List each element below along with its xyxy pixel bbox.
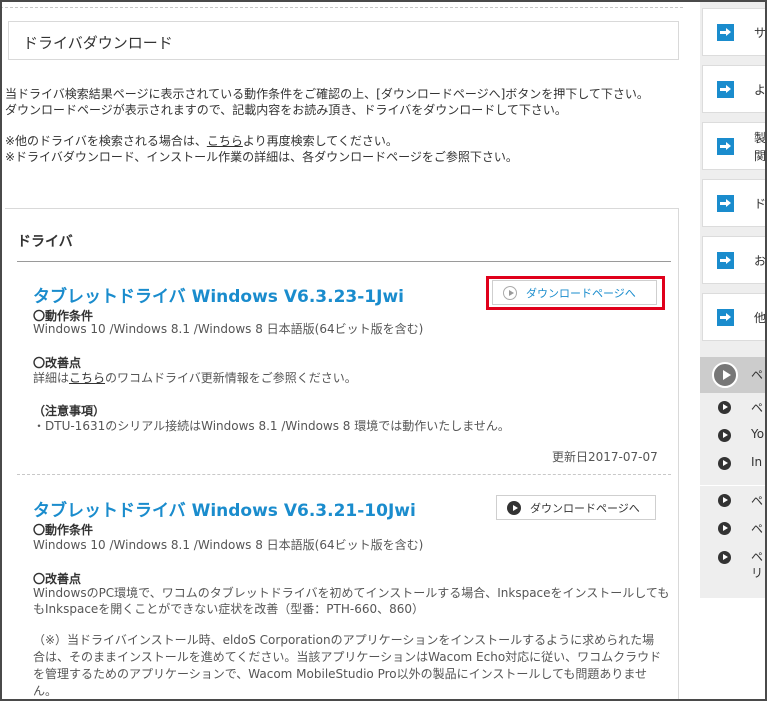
intro-line-2: ダウンロードページが表示されますので、記載内容をお読み頂き、ドライバをダウンロー…	[5, 103, 567, 117]
sidebar-link-3[interactable]: In	[751, 455, 762, 469]
intro-text: 当ドライバ検索結果ページに表示されている動作条件をご確認の上、[ダウンロードペー…	[5, 86, 675, 165]
note-text-2b: 合は、そのままインストールを進めてください。当該アプリケーションはWacom E…	[33, 650, 662, 664]
section-divider	[17, 261, 671, 262]
arrow-right-icon	[717, 252, 734, 269]
improvements-text-2a: WindowsのPC環境で、ワコムのタブレットドライバを初めてインストールする場…	[33, 586, 670, 600]
driver-title-1[interactable]: タブレットドライバ Windows V6.3.23-1Jwi	[33, 282, 404, 307]
sidebar-item-5[interactable]: お	[702, 236, 767, 284]
notes-text-1: ・DTU-1631のシリアル接続はWindows 8.1 /Windows 8 …	[33, 419, 510, 433]
sidebar-item-4[interactable]: ド	[702, 179, 767, 227]
sidebar-item-label: サ	[754, 26, 767, 40]
note-text-2d: ん。	[33, 684, 58, 698]
arrow-right-icon	[717, 24, 734, 41]
improvements-text-2b: もInkspaceを開くことができない症状を改善（型番：PTH-660、860）	[33, 602, 425, 616]
sidebar-item-label: ド	[754, 197, 767, 211]
sidebar-divider	[700, 485, 767, 486]
note-text-2a: （※）当ドライバインストール時、eldoS Corporationのアプリケーシ…	[33, 633, 655, 647]
play-circle-icon	[718, 457, 731, 470]
driver-section-heading: ドライバ	[17, 234, 73, 250]
intro-line-3: ※他のドライバを検索される場合は、こちらより再度検索してください。	[5, 134, 398, 148]
sidebar-group-header-label: ペ	[751, 368, 764, 382]
play-circle-icon	[718, 551, 731, 564]
page-title-box: ドライバダウンロード	[8, 21, 679, 60]
arrow-right-icon	[717, 195, 734, 212]
play-circle-icon	[507, 500, 521, 515]
sidebar-link-1[interactable]: ペ	[751, 399, 763, 416]
sidebar-group-header[interactable]: ペ	[700, 357, 767, 393]
arrow-right-icon	[717, 138, 734, 155]
sidebar-item-label: 他	[754, 311, 767, 325]
top-divider	[0, 7, 683, 8]
sidebar-item-2[interactable]: よ	[702, 65, 767, 113]
highlight-box	[486, 276, 665, 310]
sidebar-link-4[interactable]: ペ	[751, 492, 763, 509]
sidebar-link-5[interactable]: ペ	[751, 520, 763, 537]
update-info-link[interactable]: こちら	[69, 371, 105, 385]
intro-line-1: 当ドライバ検索結果ページに表示されている動作条件をご確認の上、[ダウンロードペー…	[5, 87, 649, 101]
sidebar-link-6[interactable]: ペ リ	[751, 549, 763, 581]
intro-line-4: ※ドライバダウンロード、インストール作業の詳細は、各ダウンロードページをご参照下…	[5, 150, 518, 164]
note-text-2c: を管理するためのアプリケーションで、Wacom MobileStudio Pro…	[33, 667, 648, 681]
improvements-text-1: 詳細はこちらのワコムドライバ更新情報をご参照ください。	[33, 371, 357, 385]
play-circle-icon	[718, 401, 731, 414]
right-sidebar: サ よ 製 関 ド お 他 ペ ペ Yo In ペ ペ ペ リ	[700, 0, 767, 701]
search-again-link[interactable]: こちら	[207, 134, 243, 148]
requirements-text-1: Windows 10 /Windows 8.1 /Windows 8 日本語版(…	[33, 322, 424, 336]
sidebar-item-label: よ	[754, 83, 767, 97]
play-circle-icon	[718, 522, 731, 535]
sidebar-item-3[interactable]: 製 関	[702, 122, 767, 170]
improvements-label-1: 〇改善点	[33, 356, 82, 370]
updated-date-1: 更新日2017-07-07	[552, 450, 658, 464]
requirements-text-2: Windows 10 /Windows 8.1 /Windows 8 日本語版(…	[33, 538, 424, 552]
sidebar-item-1[interactable]: サ	[702, 8, 767, 56]
arrow-right-icon	[717, 81, 734, 98]
arrow-right-icon	[717, 309, 734, 326]
sidebar-item-label: お	[754, 254, 767, 268]
play-circle-icon	[718, 429, 731, 442]
page-title: ドライバダウンロード	[23, 34, 173, 52]
notes-label-1: （注意事項）	[33, 404, 106, 418]
sidebar-item-6[interactable]: 他	[702, 293, 767, 341]
requirements-label-2: 〇動作条件	[33, 523, 94, 537]
play-circle-icon	[718, 494, 731, 507]
sidebar-item-label: 製 関	[754, 131, 767, 163]
driver-separator	[17, 474, 671, 475]
download-page-button-2[interactable]: ダウンロードページへ	[496, 495, 656, 520]
sidebar-link-2[interactable]: Yo	[751, 427, 764, 441]
play-circle-icon	[712, 362, 738, 388]
driver-title-2[interactable]: タブレットドライバ Windows V6.3.21-10Jwi	[33, 496, 416, 521]
